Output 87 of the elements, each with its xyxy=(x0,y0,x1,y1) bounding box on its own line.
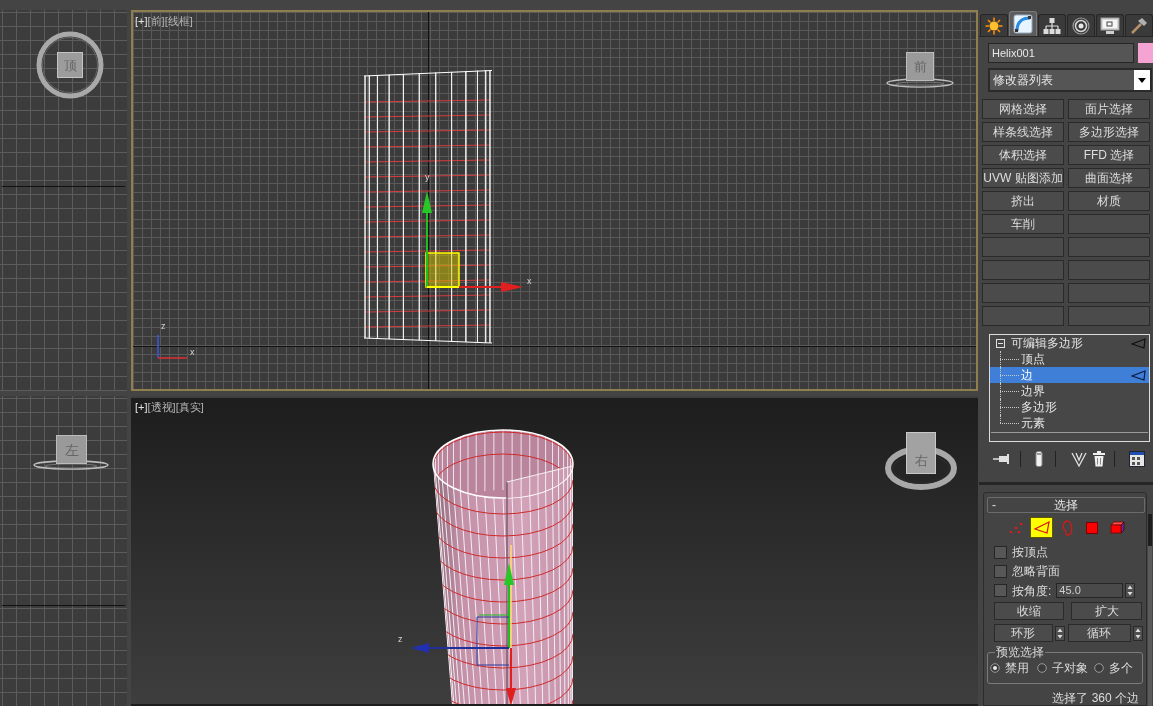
target-rings-icon xyxy=(1072,16,1090,35)
radio-button[interactable] xyxy=(1094,663,1104,673)
modifier-button[interactable]: 多边形选择 xyxy=(1068,122,1150,142)
triangle-icon xyxy=(1131,337,1146,349)
display-tab[interactable] xyxy=(1096,14,1124,36)
viewcube-ring-icon xyxy=(36,31,104,99)
grid-window-icon[interactable] xyxy=(1129,451,1145,468)
monitor-icon xyxy=(1100,16,1120,35)
modifier-button[interactable]: 材质 xyxy=(1068,191,1150,211)
rollout-title: 选择 xyxy=(1054,498,1078,512)
modifier-button[interactable]: 体积选择 xyxy=(982,145,1064,165)
square-icon xyxy=(1086,521,1098,534)
modify-tab[interactable] xyxy=(1009,11,1037,36)
axis-label: x xyxy=(190,347,195,357)
viewport-menu-label[interactable]: [+] xyxy=(135,14,148,28)
viewport-menu-label[interactable]: [真实] xyxy=(175,400,204,414)
selection-button[interactable]: 环形 xyxy=(994,624,1053,642)
viewport-menu-label[interactable]: [+] xyxy=(135,400,148,414)
modifier-button[interactable]: 曲面选择 xyxy=(1068,168,1150,188)
triangle-icon xyxy=(1131,369,1146,381)
axis-label: y xyxy=(425,172,430,182)
viewcube-ring-icon xyxy=(32,460,110,470)
modifier-list-dropdown[interactable]: 修改器列表 xyxy=(988,68,1152,92)
selection-button[interactable]: 循环 xyxy=(1067,624,1131,642)
hammer-icon xyxy=(1130,16,1148,35)
modifier-button[interactable]: FFD 选择 xyxy=(1068,145,1150,165)
spinner-icon[interactable] xyxy=(1133,625,1143,641)
stack-item[interactable]: 边界 xyxy=(990,383,1149,399)
modifier-button[interactable]: 车削 xyxy=(982,214,1064,234)
utilities-tab[interactable] xyxy=(1125,14,1153,36)
cube-icon xyxy=(1109,521,1125,534)
checkbox[interactable] xyxy=(994,584,1007,597)
fork-icon[interactable] xyxy=(1071,451,1087,468)
border-loop-icon xyxy=(1061,519,1073,536)
object-name-field[interactable]: Helix001 xyxy=(988,43,1134,63)
angle-field[interactable]: 45.0 xyxy=(1056,583,1124,598)
viewport-menu-label[interactable]: [线框] xyxy=(164,14,193,28)
modifier-button[interactable]: UVW 贴图添加 xyxy=(982,168,1064,188)
checkbox[interactable] xyxy=(994,564,1007,578)
trash-icon[interactable] xyxy=(1093,451,1105,468)
stack-item[interactable]: 元素 xyxy=(990,415,1149,431)
radio-button[interactable] xyxy=(990,663,1000,673)
axis-label: z xyxy=(161,321,166,331)
motion-tab[interactable] xyxy=(1067,14,1095,36)
checkbox-label[interactable]: 忽略背面 xyxy=(1012,565,1060,577)
radio-label[interactable]: 禁用 xyxy=(1005,662,1029,674)
checkbox-label[interactable]: 按顶点 xyxy=(1012,546,1048,558)
axis-label: x xyxy=(527,276,532,286)
triangle-outline-icon xyxy=(1033,521,1050,534)
radio-label[interactable]: 子对象 xyxy=(1052,662,1088,674)
create-tab[interactable] xyxy=(980,14,1008,36)
modifier-button[interactable]: 挤出 xyxy=(982,191,1064,211)
modifier-button[interactable]: 面片选择 xyxy=(1068,99,1150,119)
collapse-icon[interactable] xyxy=(996,338,1005,348)
spinner-icon[interactable] xyxy=(1054,625,1065,641)
viewcube-ring-icon xyxy=(885,78,955,88)
stack-item[interactable]: 边 xyxy=(990,367,1149,383)
spinner-icon[interactable] xyxy=(1125,583,1136,598)
hierarchy-icon xyxy=(1043,16,1061,35)
pin-icon[interactable] xyxy=(993,452,1010,467)
viewport[interactable]: z 右 [+][透视][真实] xyxy=(131,396,978,706)
collapse-toggle[interactable]: - xyxy=(992,498,996,512)
checkbox-label[interactable]: 按角度: xyxy=(1012,584,1052,597)
hierarchy-tab[interactable] xyxy=(1038,14,1066,36)
viewport-menu-label[interactable]: [透视] xyxy=(147,400,176,414)
selection-button[interactable]: 扩大 xyxy=(1071,602,1142,620)
color-swatch[interactable] xyxy=(1138,43,1153,63)
selection-status-text: 选择了 360 个边 xyxy=(1052,692,1139,705)
vertex-dots-icon xyxy=(1009,521,1023,534)
group-title: 预览选择 xyxy=(995,645,1045,659)
edge-level-button[interactable] xyxy=(1030,517,1053,538)
radio-label[interactable]: 多个 xyxy=(1109,662,1133,674)
selection-button[interactable]: 收缩 xyxy=(994,602,1064,620)
rollout-header-bar[interactable]: - 选择 xyxy=(987,497,1145,513)
vertical-bar-icon[interactable] xyxy=(1035,451,1043,468)
axis-tripod-icon xyxy=(156,333,188,360)
modifier-button[interactable]: 网格选择 xyxy=(982,99,1064,119)
caret-icon xyxy=(1138,77,1146,83)
stack-item[interactable]: 多边形 xyxy=(990,399,1149,415)
checkbox[interactable] xyxy=(994,545,1007,559)
modifier-button[interactable]: 样条线选择 xyxy=(982,122,1064,142)
stack-item[interactable]: 可编辑多边形 xyxy=(990,335,1149,351)
curve-icon xyxy=(1013,14,1033,34)
viewport-menu-label[interactable]: [前] xyxy=(147,14,165,28)
sunburst-icon xyxy=(985,16,1003,35)
radio-button[interactable] xyxy=(1037,663,1047,673)
axis-label: z xyxy=(398,634,403,644)
